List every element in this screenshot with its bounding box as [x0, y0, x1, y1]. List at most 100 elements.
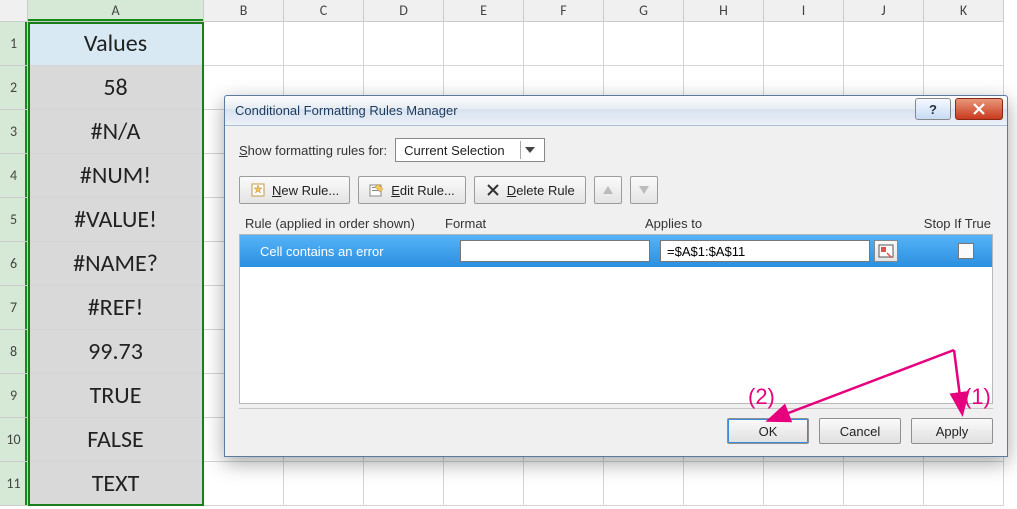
dialog-body: Show formatting rules for: Current Selec…	[225, 126, 1007, 456]
edit-rule-icon	[369, 182, 385, 198]
cell-B11[interactable]	[204, 462, 284, 506]
cell-A5[interactable]: #VALUE!	[28, 198, 204, 242]
cell-E11[interactable]	[444, 462, 524, 506]
cancel-label: Cancel	[840, 424, 880, 439]
cell-I11[interactable]	[764, 462, 844, 506]
cell-H1[interactable]	[684, 22, 764, 66]
column-header-E[interactable]: E	[444, 0, 524, 22]
column-header-G[interactable]: G	[604, 0, 684, 22]
column-header-J[interactable]: J	[844, 0, 924, 22]
new-rule-icon	[250, 182, 266, 198]
close-icon	[972, 103, 986, 115]
cell-H11[interactable]	[684, 462, 764, 506]
cell-K11[interactable]	[924, 462, 1004, 506]
cell-A10[interactable]: FALSE	[28, 418, 204, 462]
column-header-H[interactable]: H	[684, 0, 764, 22]
dialog-footer: OK Cancel Apply	[239, 408, 993, 444]
chevron-down-icon	[639, 186, 649, 194]
column-headers-row: ABCDEFGHIJK	[0, 0, 1004, 22]
move-rule-down-button[interactable]	[630, 176, 658, 204]
cell-G1[interactable]	[604, 22, 684, 66]
chevron-up-icon	[603, 186, 613, 194]
ok-label: OK	[759, 424, 778, 439]
cell-A6[interactable]: #NAME?	[28, 242, 204, 286]
column-header-F[interactable]: F	[524, 0, 604, 22]
row-header-10[interactable]: 10	[0, 418, 28, 462]
cell-A7[interactable]: #REF!	[28, 286, 204, 330]
delete-rule-label: Delete Rule	[507, 183, 575, 198]
cell-F11[interactable]	[524, 462, 604, 506]
select-all-corner[interactable]	[0, 0, 28, 22]
cell-J1[interactable]	[844, 22, 924, 66]
column-header-B[interactable]: B	[204, 0, 284, 22]
cell-I1[interactable]	[764, 22, 844, 66]
header-stop: Stop If True	[911, 216, 991, 231]
edit-rule-button[interactable]: Edit Rule...	[358, 176, 466, 204]
cell-K1[interactable]	[924, 22, 1004, 66]
row-header-1[interactable]: 1	[0, 22, 28, 66]
rule-row[interactable]: Cell contains an error	[240, 235, 992, 267]
row-header-4[interactable]: 4	[0, 154, 28, 198]
rule-applies-cell	[660, 240, 910, 262]
cell-B1[interactable]	[204, 22, 284, 66]
cell-G11[interactable]	[604, 462, 684, 506]
rules-scope-dropdown[interactable]: Current Selection	[395, 138, 545, 162]
rules-scope-value: Current Selection	[404, 143, 504, 158]
rules-list-header: Rule (applied in order shown) Format App…	[239, 216, 993, 234]
collapse-range-button[interactable]	[874, 240, 898, 262]
new-rule-button[interactable]: New Rule...	[239, 176, 350, 204]
cell-F1[interactable]	[524, 22, 604, 66]
rules-scope-row: Show formatting rules for: Current Selec…	[239, 138, 993, 162]
row-header-9[interactable]: 9	[0, 374, 28, 418]
row-1: 1Values	[0, 22, 1004, 66]
cell-A11[interactable]: TEXT	[28, 462, 204, 506]
cell-A4[interactable]: #NUM!	[28, 154, 204, 198]
rule-description: Cell contains an error	[260, 244, 460, 259]
column-header-I[interactable]: I	[764, 0, 844, 22]
row-11: 11TEXT	[0, 462, 1004, 506]
rules-list: Cell contains an error	[239, 234, 993, 404]
titlebar-controls: ?	[915, 98, 1003, 120]
cell-J11[interactable]	[844, 462, 924, 506]
cell-E1[interactable]	[444, 22, 524, 66]
row-header-5[interactable]: 5	[0, 198, 28, 242]
range-selector-icon	[878, 244, 894, 258]
applies-to-input[interactable]	[660, 240, 870, 262]
ok-button[interactable]: OK	[727, 418, 809, 444]
rule-format-cell	[460, 240, 660, 262]
stop-if-true-checkbox[interactable]	[958, 243, 974, 259]
column-header-C[interactable]: C	[284, 0, 364, 22]
rules-scope-label: Show formatting rules for:	[239, 143, 387, 158]
row-header-6[interactable]: 6	[0, 242, 28, 286]
cancel-button[interactable]: Cancel	[819, 418, 901, 444]
cell-A8[interactable]: 99.73	[28, 330, 204, 374]
row-header-2[interactable]: 2	[0, 66, 28, 110]
cell-D1[interactable]	[364, 22, 444, 66]
conditional-formatting-dialog: Conditional Formatting Rules Manager ? S…	[224, 95, 1008, 457]
column-header-D[interactable]: D	[364, 0, 444, 22]
row-header-11[interactable]: 11	[0, 462, 28, 506]
cell-A3[interactable]: #N/A	[28, 110, 204, 154]
column-header-A[interactable]: A	[28, 0, 204, 22]
cell-D11[interactable]	[364, 462, 444, 506]
dialog-title: Conditional Formatting Rules Manager	[235, 103, 458, 118]
move-rule-up-button[interactable]	[594, 176, 622, 204]
row-header-3[interactable]: 3	[0, 110, 28, 154]
edit-rule-label: Edit Rule...	[391, 183, 455, 198]
cell-A1[interactable]: Values	[28, 22, 204, 66]
close-button[interactable]	[955, 98, 1003, 120]
cell-A2[interactable]: 58	[28, 66, 204, 110]
rules-toolbar: New Rule... Edit Rule... Delete Rule	[239, 176, 993, 204]
help-button[interactable]: ?	[915, 98, 951, 120]
row-header-8[interactable]: 8	[0, 330, 28, 374]
cell-C11[interactable]	[284, 462, 364, 506]
row-header-7[interactable]: 7	[0, 286, 28, 330]
column-header-K[interactable]: K	[924, 0, 1004, 22]
header-applies: Applies to	[645, 216, 895, 231]
cell-A9[interactable]: TRUE	[28, 374, 204, 418]
apply-button[interactable]: Apply	[911, 418, 993, 444]
dialog-titlebar[interactable]: Conditional Formatting Rules Manager ?	[225, 96, 1007, 126]
new-rule-label: New Rule...	[272, 183, 339, 198]
delete-rule-button[interactable]: Delete Rule	[474, 176, 586, 204]
cell-C1[interactable]	[284, 22, 364, 66]
